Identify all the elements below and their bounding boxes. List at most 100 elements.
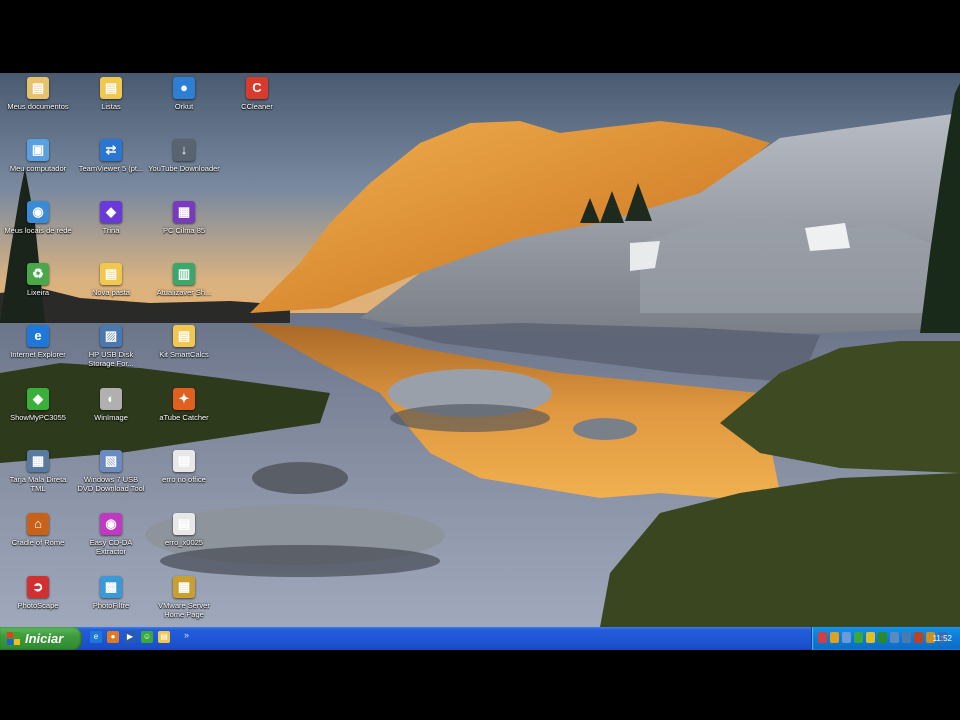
desktop-icon-label: HP USB Disk Storage For... [88,350,134,368]
document-icon: ▤ [173,513,195,535]
desktop-icon-label: erro no office [162,475,206,484]
desktop-icon-label: Meus documentos [7,102,69,111]
desktop-icon[interactable]: ⇄ TeamViewer 5 (pt... [75,139,147,195]
messenger-icon[interactable]: ☺ [141,631,153,643]
desktop-icon-label: PC Cilma 85 [162,226,206,235]
start-button[interactable]: Iniciar [0,627,82,650]
clock[interactable]: 11:52 [933,627,952,650]
desktop-icon[interactable]: e Internet Explorer [2,325,74,381]
desktop-icon-label: Atualizaver Sh... [156,288,212,297]
desktop[interactable]: ▤ Meus documentos ▤ Listas ● Orkut C CCleaner ▣ M… [0,73,960,627]
cd-extractor-icon: ◉ [100,513,122,535]
desktop-icon[interactable]: ▤ Nova pasta [75,263,147,319]
desktop-icon-label: Internet Explorer [10,350,66,359]
desktop-icon[interactable]: ◐ WinImage [75,388,147,444]
desktop-icon[interactable]: ♻ Lixeira [2,263,74,319]
desktop-icon-grid: ▤ Meus documentos ▤ Listas ● Orkut C CCleaner ▣ M… [0,73,273,627]
atube-catcher-icon: ✦ [173,388,195,410]
document-icon: ▤ [173,450,195,472]
desktop-icon[interactable]: ➲ PhotoScape [2,576,74,627]
folder-icon: ▤ [100,77,122,99]
desktop-icon-label: CCleaner [241,102,273,111]
app-icon: ▦ [173,201,195,223]
safely-remove-icon[interactable] [890,632,899,643]
desktop-icon-label: Nova pasta [92,288,130,297]
desktop-icon-label: Cradle of Rome [11,538,65,547]
desktop-icon-label: Tarja Mala Direta TML [9,475,67,493]
desktop-icon-label: Lixeira [26,288,50,297]
desktop-icon[interactable]: ▤ Meus documentos [2,77,74,133]
desktop-icon[interactable]: ▤ Kit SmartCalcs [148,325,220,381]
taskbar: Iniciar e ● ▶ ☺ ▤ » 11:52 [0,627,960,650]
game-icon: ⌂ [27,513,49,535]
desktop-icon[interactable]: ▦ PC Cilma 85 [148,201,220,257]
downloader-icon: ↓ [173,139,195,161]
firefox-icon[interactable]: ● [107,631,119,643]
tray-icons [818,632,947,643]
desktop-icon-label: WinImage [94,413,128,422]
start-button-label: Iniciar [25,631,64,646]
system-tray: 11:52 [811,627,960,650]
chevron-right-icon[interactable]: » [184,630,189,640]
desktop-icon[interactable]: ↓ YouTube Downloader [148,139,220,195]
photoscape-icon: ➲ [27,576,49,598]
network-icon[interactable] [818,632,827,643]
photofiltre-icon: ▩ [100,576,122,598]
desktop-icon[interactable]: ▥ Atualizaver Sh... [148,263,220,319]
update-icon[interactable] [866,632,875,643]
desktop-icon[interactable]: ✦ aTube Catcher [148,388,220,444]
app-icon[interactable] [914,632,923,643]
desktop-icon[interactable]: ▣ Meu computador [2,139,74,195]
showmypc-icon: ◆ [27,388,49,410]
desktop-icon-label: YouTube Downloader [148,164,220,173]
orkut-icon: ● [173,77,195,99]
volume-icon[interactable] [842,632,851,643]
app-icon: ◆ [100,201,122,223]
teamviewer-icon: ⇄ [100,139,122,161]
windows-logo-icon [7,632,21,646]
letterbox-bottom [0,650,960,720]
desktop-icon[interactable]: ▨ HP USB Disk Storage For... [75,325,147,381]
settings-icon[interactable] [902,632,911,643]
desktop-icon[interactable]: ▤ erro_x0025 [148,513,220,569]
folder-icon: ▤ [100,263,122,285]
network-icon: ◉ [27,201,49,223]
media-player-icon[interactable]: ▶ [124,631,136,643]
desktop-icon[interactable]: ▤ erro no office [148,450,220,506]
desktop-icon-label: PhotoFiltre [92,601,130,610]
hp-usb-icon: ▨ [100,325,122,347]
folder-icon[interactable]: ▤ [158,631,170,643]
desktop-icon-label: TeamViewer 5 (pt... [78,164,144,173]
computer-icon: ▣ [27,139,49,161]
app-icon: ▥ [173,263,195,285]
ccleaner-icon: C [246,77,268,99]
app-icon: ▦ [27,450,49,472]
desktop-icon[interactable]: C CCleaner [221,77,293,133]
desktop-icon[interactable]: ◉ Easy CD-DA Extractor [75,513,147,569]
desktop-icon[interactable]: ▤ Listas [75,77,147,133]
messenger-icon[interactable] [854,632,863,643]
usb-tool-icon: ▧ [100,450,122,472]
desktop-icon[interactable]: ▦ Tarja Mala Direta TML [2,450,74,506]
desktop-icon-label: Meus locais de rede [4,226,72,235]
desktop-icon[interactable]: ▦ VMware Server Home Page [148,576,220,627]
desktop-icon[interactable]: ◆ ShowMyPC3055 [2,388,74,444]
desktop-icon-label: Trina [102,226,120,235]
desktop-icon-label: Kit SmartCalcs [159,350,209,359]
desktop-icon-label: Listas [101,102,121,111]
antivirus-icon[interactable] [830,632,839,643]
quick-launch-bar: e ● ▶ ☺ ▤ [90,631,170,646]
desktop-icon[interactable]: ▩ PhotoFiltre [75,576,147,627]
desktop-icon[interactable]: ◆ Trina [75,201,147,257]
desktop-icon[interactable]: ◉ Meus locais de rede [2,201,74,257]
desktop-icon-label: Meu computador [9,164,67,173]
desktop-icon[interactable]: ⌂ Cradle of Rome [2,513,74,569]
desktop-icon-label: Orkut [174,102,194,111]
desktop-icon-label: ShowMyPC3055 [10,413,66,422]
desktop-icon[interactable]: ▧ Windows 7 USB DVD Download Tool [75,450,147,506]
shield-icon[interactable] [878,632,887,643]
internet-explorer-icon[interactable]: e [90,631,102,643]
desktop-icon[interactable]: ● Orkut [148,77,220,133]
internet-explorer-icon: e [27,325,49,347]
desktop-icon-label: VMware Server Home Page [158,601,210,619]
